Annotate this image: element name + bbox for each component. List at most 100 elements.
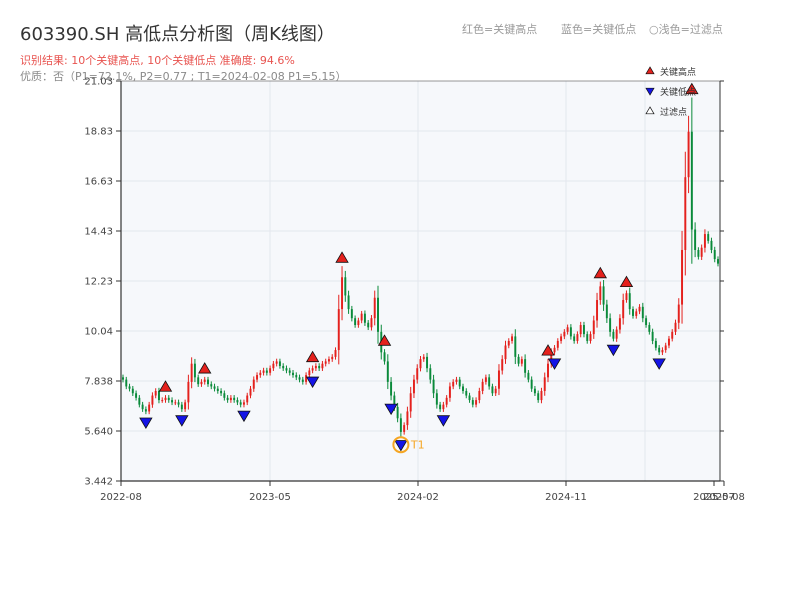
candle-body xyxy=(233,397,236,401)
candle-body xyxy=(246,395,249,403)
candle-body xyxy=(138,397,141,405)
candle-body xyxy=(442,404,445,410)
candle-body xyxy=(543,377,546,391)
candle-body xyxy=(177,402,180,405)
candle-body xyxy=(622,300,625,319)
candle-body xyxy=(713,249,716,260)
candle-body xyxy=(661,350,664,353)
candle-body xyxy=(262,370,265,373)
candle-body xyxy=(216,388,219,391)
candle-body xyxy=(203,379,206,382)
candle-body xyxy=(412,379,415,394)
candle-body xyxy=(524,359,527,373)
candle-body xyxy=(298,377,301,380)
candle-body xyxy=(645,318,648,326)
candle-body xyxy=(331,356,334,360)
candle-body xyxy=(599,286,602,301)
candle-body xyxy=(157,390,160,401)
candle-body xyxy=(638,306,641,312)
legend-label-high: 关键高点 xyxy=(660,66,696,78)
candle-body xyxy=(530,379,533,389)
candle-body xyxy=(501,359,504,371)
y-tick-label: 21.03 xyxy=(84,77,113,88)
candle-body xyxy=(540,390,543,401)
candle-body xyxy=(488,377,491,387)
candle-body xyxy=(520,359,523,364)
candle-body xyxy=(632,309,634,316)
y-tick-label: 7.838 xyxy=(84,377,113,388)
candle-body xyxy=(517,356,520,364)
candle-body xyxy=(576,334,579,341)
y-tick-label: 10.04 xyxy=(84,327,113,338)
candle-body xyxy=(135,393,138,398)
candle-body xyxy=(141,404,144,410)
legend-label-filtered: 过滤点 xyxy=(660,106,687,118)
legend-label-low: 关键低点 xyxy=(660,86,696,98)
candle-body xyxy=(308,370,311,376)
candle-body xyxy=(514,336,517,357)
candle-body xyxy=(386,361,389,382)
candle-body xyxy=(285,368,288,371)
candle-body xyxy=(269,368,272,373)
candle-body xyxy=(710,240,713,250)
legend-marker-high xyxy=(645,66,655,75)
candle-body xyxy=(667,338,670,346)
candle-body xyxy=(275,361,278,364)
candle-body xyxy=(184,402,187,410)
candle-body xyxy=(383,352,386,362)
candle-body xyxy=(207,379,209,385)
candle-body xyxy=(690,131,693,230)
candle-body xyxy=(635,311,638,316)
candle-body xyxy=(334,350,337,357)
candle-body xyxy=(681,249,684,305)
candle-body xyxy=(357,320,360,326)
y-tick-label: 3.442 xyxy=(84,477,113,488)
candle-body xyxy=(504,345,507,360)
candle-body xyxy=(239,402,242,405)
candle-body xyxy=(628,293,631,310)
candle-body xyxy=(586,334,589,341)
candle-body xyxy=(547,363,549,378)
y-tick-label: 14.43 xyxy=(84,227,113,238)
candle-body xyxy=(367,322,370,328)
candle-body xyxy=(439,404,442,410)
candle-body xyxy=(360,313,363,321)
candle-body xyxy=(154,390,157,396)
candle-body xyxy=(592,320,595,335)
candle-body xyxy=(272,363,275,369)
candle-body xyxy=(419,359,422,369)
candle-body xyxy=(684,177,687,250)
candle-body xyxy=(167,397,170,401)
candle-body xyxy=(664,345,667,351)
t1-label: T1 xyxy=(410,439,425,452)
candle-body xyxy=(717,259,719,264)
candle-body xyxy=(171,400,174,403)
candle-body xyxy=(465,390,468,396)
candle-body xyxy=(288,370,291,373)
candle-body xyxy=(426,356,429,369)
candle-body xyxy=(484,377,487,382)
candle-body xyxy=(403,425,406,432)
candle-body xyxy=(327,359,330,362)
candle-body xyxy=(707,234,710,241)
candle-body xyxy=(569,327,572,337)
candle-body xyxy=(187,381,190,403)
candle-body xyxy=(193,363,196,378)
candle-body xyxy=(354,318,357,326)
candle-body xyxy=(223,393,226,398)
candle-body xyxy=(151,395,154,405)
candle-body xyxy=(265,370,268,373)
candle-body xyxy=(445,397,448,405)
candle-body xyxy=(537,393,540,401)
candle-body xyxy=(694,229,697,250)
candle-body xyxy=(399,418,402,432)
candle-body xyxy=(602,286,605,305)
candle-body xyxy=(278,361,281,366)
candle-body xyxy=(220,390,223,394)
candle-body xyxy=(125,379,128,387)
candle-body xyxy=(471,400,474,405)
candle-body xyxy=(301,379,304,382)
candle-body xyxy=(553,347,556,353)
candle-body xyxy=(295,375,298,378)
candle-body xyxy=(527,372,530,380)
